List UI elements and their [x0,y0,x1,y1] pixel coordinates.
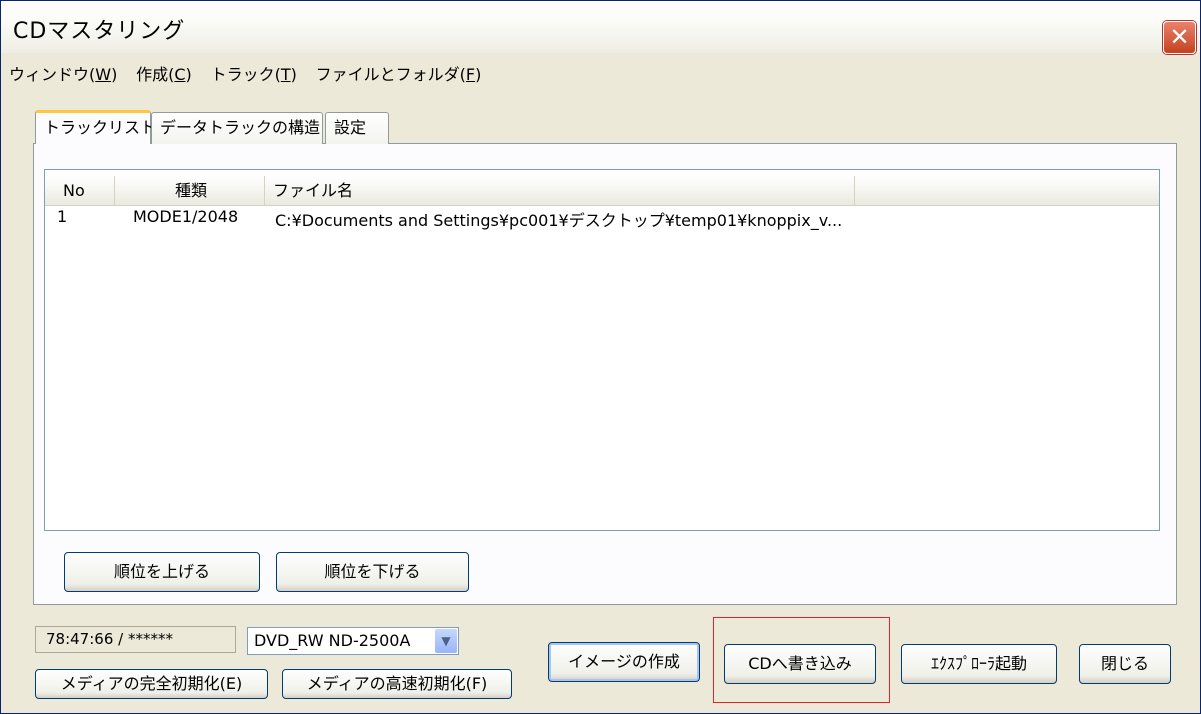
table-row[interactable]: 1 MODE1/2048 C:¥Documents and Settings¥p… [45,207,1159,231]
close-button[interactable]: 閉じる [1079,644,1171,684]
column-filename[interactable]: ファイル名 [265,176,855,206]
drive-selected-value: DVD_RW ND-2500A [254,631,411,650]
cd-mastering-window: CDマスタリング ✕ ウィンドウ(W) 作成(C) トラック(T) ファイルとフ… [0,0,1201,714]
close-icon: ✕ [1169,23,1190,51]
menu-window[interactable]: ウィンドウ(W) [9,61,117,85]
column-type[interactable]: 種類 [115,176,265,206]
menu-bar: ウィンドウ(W) 作成(C) トラック(T) ファイルとフォルダ(F) [9,61,495,87]
tab-track-list[interactable]: トラックリスト [35,110,156,144]
column-empty [855,176,1159,206]
title-bar: CDマスタリング ✕ [1,1,1200,54]
tab-data-track-structure[interactable]: データトラックの構造 [151,112,323,144]
create-image-button[interactable]: イメージの作成 [548,642,700,682]
column-no[interactable]: No [45,176,115,206]
capacity-status: 78:47:66 / ****** [35,626,236,653]
quick-erase-button[interactable]: メディアの高速初期化(F) [282,669,512,699]
open-explorer-button[interactable]: ｴｸｽﾌﾟﾛｰﾗ起動 [901,644,1057,684]
move-up-button[interactable]: 順位を上げる [64,552,260,592]
move-down-button[interactable]: 順位を下げる [276,552,469,592]
close-window-button[interactable]: ✕ [1163,21,1196,54]
chevron-down-icon[interactable]: ▼ [435,629,457,653]
window-title: CDマスタリング [13,19,186,44]
full-erase-button[interactable]: メディアの完全初期化(E) [35,669,268,699]
tab-settings[interactable]: 設定 [325,112,389,144]
drive-select[interactable]: DVD_RW ND-2500A ▼ [247,627,459,655]
track-list[interactable]: No 種類 ファイル名 1 MODE1/2048 C:¥Documents an… [44,169,1160,531]
track-type: MODE1/2048 [133,207,239,226]
menu-create[interactable]: 作成(C) [136,61,192,85]
menu-files-folders[interactable]: ファイルとフォルダ(F) [316,61,482,85]
highlight-box [713,617,890,703]
track-file: C:¥Documents and Settings¥pc001¥デスクトップ¥t… [275,211,843,230]
track-list-header: No 種類 ファイル名 [45,176,1159,206]
track-no: 1 [57,207,68,226]
menu-track[interactable]: トラック(T) [211,61,297,85]
